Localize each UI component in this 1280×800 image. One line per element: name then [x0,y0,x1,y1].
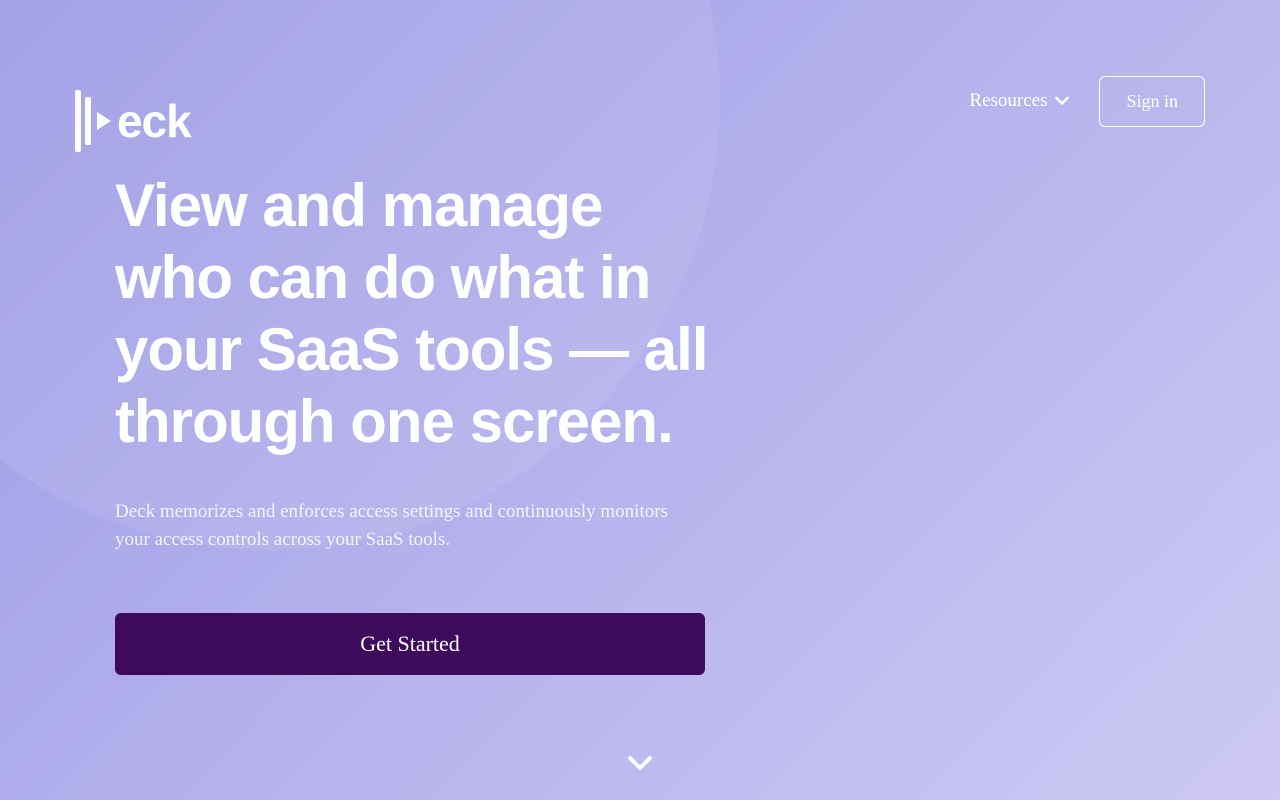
resources-label: Resources [969,90,1047,112]
header: eck Resources Sign in [0,0,1280,152]
signin-button[interactable]: Sign in [1099,76,1205,127]
logo-text: eck [117,94,191,148]
get-started-button[interactable]: Get Started [115,613,705,675]
logo-icon [75,90,111,152]
main-content: View and manage who can do what in your … [115,170,715,675]
chevron-down-icon [1055,96,1069,106]
nav: Resources Sign in [969,76,1205,127]
page-headline: View and manage who can do what in your … [115,170,715,458]
logo[interactable]: eck [75,90,191,152]
resources-dropdown[interactable]: Resources [969,90,1069,112]
scroll-down-indicator[interactable] [627,754,653,772]
page-subtitle: Deck memorizes and enforces access setti… [115,498,695,553]
chevron-down-icon [627,754,653,772]
